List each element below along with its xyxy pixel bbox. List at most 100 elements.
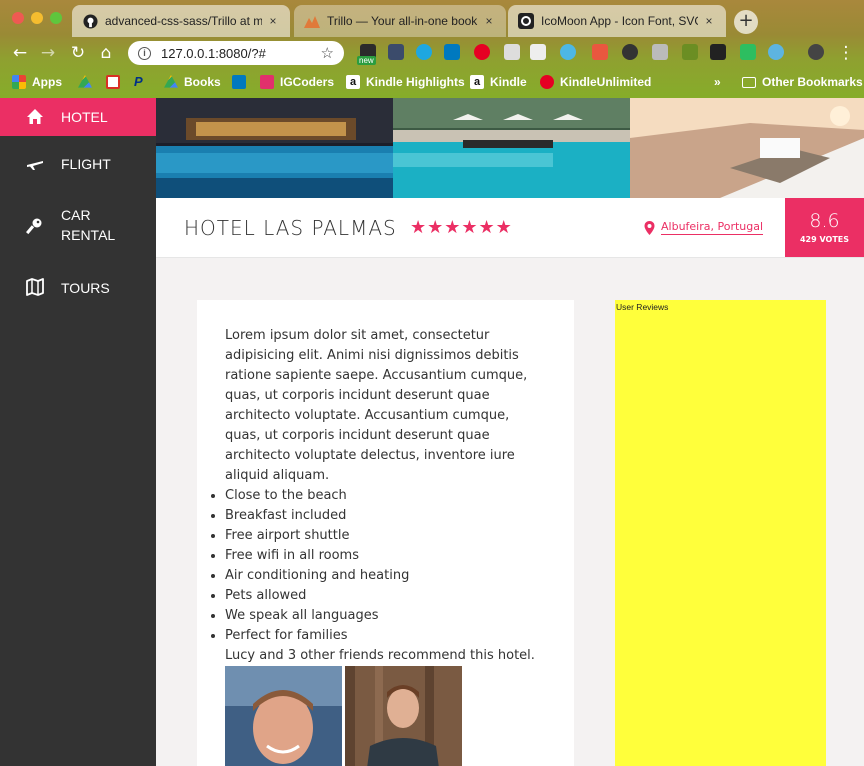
extension-icon[interactable] xyxy=(682,44,698,60)
rating-votes: 429 votes xyxy=(799,235,850,244)
pinterest-extension-icon[interactable] xyxy=(474,44,490,60)
apps-grid-icon xyxy=(12,75,26,89)
list-item: Breakfast included xyxy=(225,506,546,526)
bookmark-drive[interactable] xyxy=(78,73,98,91)
other-bookmarks-folder[interactable]: Other Bookmarks xyxy=(742,73,863,91)
folder-icon xyxy=(742,76,756,88)
friends-photos xyxy=(225,666,546,766)
sidebar-item-flight[interactable]: Flight xyxy=(0,153,156,175)
sidebar-nav xyxy=(0,98,156,766)
tab-title: IcoMoon App - Icon Font, SVG, xyxy=(541,14,698,28)
tab-github[interactable]: advanced-css-sass/Trillo at ma × xyxy=(72,5,290,37)
google-drive-icon xyxy=(78,75,92,88)
rating-average: 8.6 xyxy=(809,210,840,232)
site-info-icon[interactable]: i xyxy=(138,46,151,60)
home-icon xyxy=(27,109,43,124)
key-icon xyxy=(26,218,42,235)
list-item: Air conditioning and heating xyxy=(225,566,546,586)
address-bar[interactable]: i 127.0.0.1:8080/?# ☆ xyxy=(128,41,344,65)
maximize-window-button[interactable] xyxy=(50,12,62,24)
extension-icon[interactable] xyxy=(622,44,638,60)
gallery-photo-3[interactable] xyxy=(630,98,864,198)
description-text: Lorem ipsum dolor sit amet, consectetur … xyxy=(225,328,528,483)
tab-close-button[interactable]: × xyxy=(482,14,496,28)
gallery-photo-2[interactable] xyxy=(393,98,630,198)
hotel-location[interactable]: Albufeira, Portugal xyxy=(644,220,764,235)
more-bookmarks-button[interactable]: » xyxy=(714,73,721,91)
tab-close-button[interactable]: × xyxy=(702,14,716,28)
list-item: Pets allowed xyxy=(225,586,546,606)
tab-trillo[interactable]: Trillo — Your all-in-one booking × xyxy=(294,5,506,37)
recommend-text: Lucy and 3 other friends recommend this … xyxy=(225,648,535,663)
menu-kebab-icon[interactable]: ⋮ xyxy=(836,43,856,63)
bookmark-paypal[interactable]: P xyxy=(134,73,154,91)
bookmark-gmail[interactable] xyxy=(106,73,126,91)
bookmark-igcoders[interactable]: IGCoders xyxy=(260,73,334,91)
extension-icon[interactable] xyxy=(416,44,432,60)
list-item: We speak all languages xyxy=(225,606,546,626)
hotel-overview: Hotel Las Palmas ★★★★★★ Albufeira, Portu… xyxy=(156,198,864,258)
user-reviews: User Reviews xyxy=(615,300,826,766)
friend-photo[interactable] xyxy=(225,666,342,766)
tab-icomoon[interactable]: IcoMoon App - Icon Font, SVG, × xyxy=(508,5,726,37)
map-icon xyxy=(26,278,44,296)
google-drive-icon xyxy=(164,75,178,88)
minimize-window-button[interactable] xyxy=(31,12,43,24)
bookmark-kindle-highlights[interactable]: a Kindle Highlights xyxy=(346,73,465,91)
hotel-description: Lorem ipsum dolor sit amet, consectetur … xyxy=(197,300,574,766)
evernote-extension-icon[interactable] xyxy=(740,44,756,60)
buffer-extension-icon[interactable] xyxy=(710,44,726,60)
extension-icon[interactable] xyxy=(768,44,784,60)
url-text: 127.0.0.1:8080/?# xyxy=(161,45,266,61)
camera-icon xyxy=(260,75,274,89)
list-item: Free airport shuttle xyxy=(225,526,546,546)
sidebar-item-label: Tours xyxy=(61,280,110,296)
sidebar-item-hotel[interactable]: Hotel xyxy=(0,98,156,136)
friend-photo[interactable] xyxy=(345,666,462,766)
feature-list: Close to the beach Breakfast included Fr… xyxy=(210,486,546,646)
paypal-icon: P xyxy=(134,74,143,89)
trello-extension-icon[interactable] xyxy=(444,44,460,60)
icomoon-icon xyxy=(518,13,534,29)
trillo-logo-icon xyxy=(304,13,320,29)
hotel-name: Hotel Las Palmas xyxy=(184,216,397,240)
forward-icon[interactable]: → xyxy=(38,43,58,63)
bookmark-star-icon[interactable]: ☆ xyxy=(321,44,334,62)
location-link[interactable]: Albufeira, Portugal xyxy=(661,220,764,235)
close-window-button[interactable] xyxy=(12,12,24,24)
tab-close-button[interactable]: × xyxy=(266,14,280,28)
tab-title: advanced-css-sass/Trillo at ma xyxy=(105,14,262,28)
react-extension-icon[interactable] xyxy=(560,44,576,60)
bookmark-trello[interactable] xyxy=(232,73,252,91)
extension-icon[interactable] xyxy=(530,44,546,60)
star-rating: ★★★★★★ xyxy=(410,217,513,238)
sidebar-item-tours[interactable]: Tours xyxy=(0,277,156,299)
tab-strip: advanced-css-sass/Trillo at ma × Trillo … xyxy=(0,0,864,38)
extension-icon[interactable] xyxy=(652,44,668,60)
back-icon[interactable]: ← xyxy=(10,43,30,63)
bookmark-kindleunlimited[interactable]: KindleUnlimited xyxy=(540,73,651,91)
bookmark-apps[interactable]: Apps xyxy=(12,73,62,91)
bookmark-books[interactable]: Books xyxy=(164,73,221,91)
tab-title: Trillo — Your all-in-one booking xyxy=(327,14,478,28)
profile-avatar[interactable] xyxy=(808,44,824,60)
home-page-icon[interactable]: ⌂ xyxy=(96,43,116,63)
amazon-icon: a xyxy=(470,75,484,89)
rating-box: 8.6 429 votes xyxy=(785,198,864,257)
location-pin-icon xyxy=(644,220,655,235)
sidebar-item-car-rental[interactable]: Car Rental xyxy=(0,205,156,247)
sidebar-item-label: Hotel xyxy=(61,109,108,125)
gallery-photo-1[interactable] xyxy=(156,98,393,198)
new-tab-button[interactable]: + xyxy=(734,10,758,34)
extension-icon[interactable] xyxy=(592,44,608,60)
extension-new-badge: new xyxy=(357,56,376,65)
bookmark-kindle[interactable]: a Kindle xyxy=(470,73,527,91)
trello-icon xyxy=(232,75,246,89)
sidebar-item-label: Flight xyxy=(61,156,111,172)
pinterest-icon xyxy=(540,75,554,89)
extension-icon[interactable] xyxy=(504,44,520,60)
sidebar-item-label: Car Rental xyxy=(61,207,116,243)
reload-icon[interactable]: ↻ xyxy=(68,43,88,63)
list-item: Close to the beach xyxy=(225,486,546,506)
extension-icon[interactable] xyxy=(388,44,404,60)
